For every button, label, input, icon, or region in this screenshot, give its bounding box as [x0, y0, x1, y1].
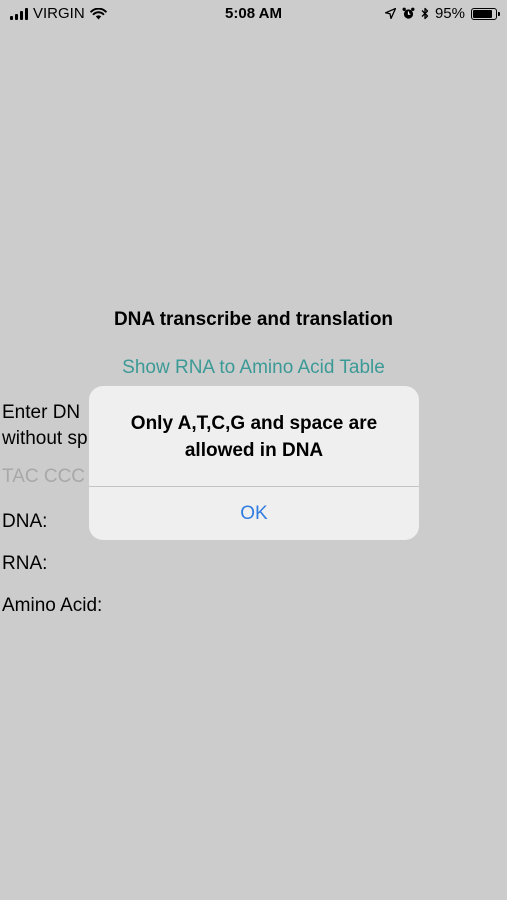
bluetooth-icon: [421, 7, 429, 20]
location-arrow-icon: [384, 8, 396, 19]
show-amino-acid-table-button[interactable]: Show RNA to Amino Acid Table: [0, 357, 507, 379]
battery-icon: [471, 7, 500, 20]
status-bar-right: 95%: [384, 5, 500, 22]
alert-dialog: Only A,T,C,G and space are allowed in DN…: [89, 386, 419, 540]
battery-percent: 95%: [434, 5, 465, 22]
status-bar: VIRGIN 5:08 AM 95%: [0, 0, 507, 30]
battery-level: [473, 9, 492, 18]
alarm-clock-icon: [402, 7, 415, 19]
page-title: DNA transcribe and translation: [113, 309, 394, 330]
dna-output-label: DNA:: [2, 511, 48, 532]
alert-message-line-2: allowed in DNA: [184, 440, 324, 461]
alert-message: Only A,T,C,G and space are allowed in DN…: [109, 410, 399, 464]
rna-output-label: RNA:: [2, 553, 48, 574]
alert-message-line-1: Only A,T,C,G and space are: [130, 413, 378, 434]
amino-acid-output-label: Amino Acid:: [2, 595, 103, 616]
alert-ok-button[interactable]: OK: [89, 487, 419, 540]
